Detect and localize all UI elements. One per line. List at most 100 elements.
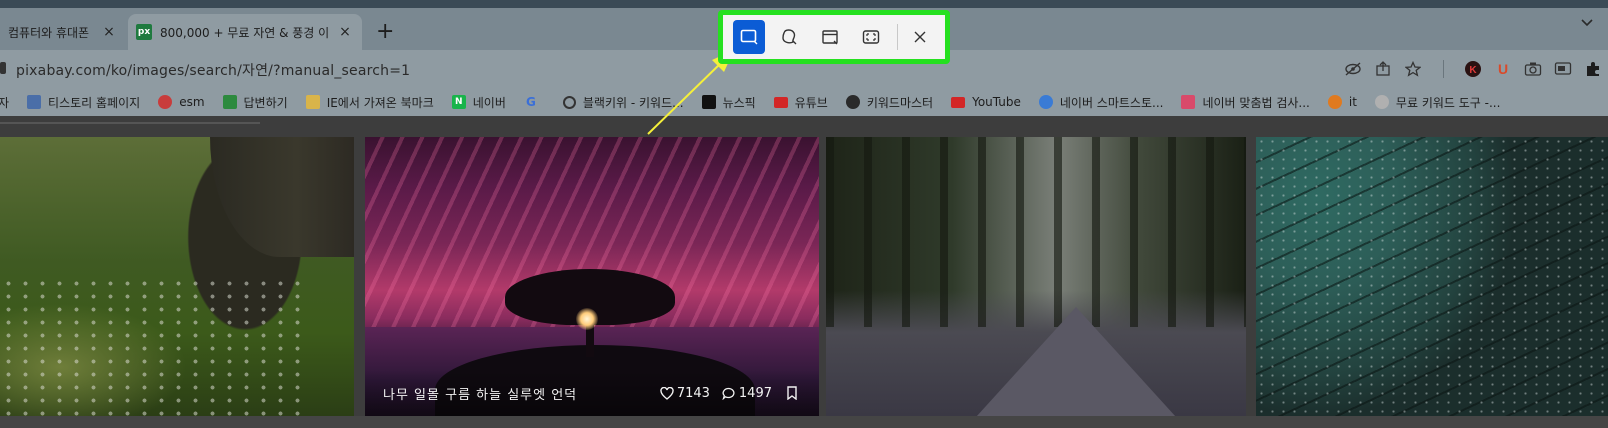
bookmark-folder[interactable]: IE에서 가져온 북마크 — [305, 94, 434, 111]
freeform-snip-icon — [782, 29, 797, 45]
screen: 컴퓨터와 휴대폰 × px 800,000 + 무료 자연 & 풍경 이 × + — [0, 0, 1608, 428]
extension-k-icon[interactable]: K — [1458, 58, 1488, 80]
tab-title: 800,000 + 무료 자연 & 풍경 이 — [160, 25, 330, 40]
svg-text:U: U — [1498, 61, 1508, 77]
newspick-icon — [701, 95, 716, 109]
freeform-snip-button[interactable] — [774, 20, 806, 54]
bookmark-label: YouTube — [972, 95, 1021, 109]
rectangle-snip-button[interactable] — [733, 20, 765, 54]
naver-icon: N — [451, 95, 466, 109]
bookmark-item[interactable]: 네이버 스마트스토... — [1038, 94, 1164, 111]
comment-button[interactable]: 1497 — [722, 386, 772, 401]
bookmark-item[interactable]: N 네이버 — [451, 94, 506, 111]
share-icon[interactable] — [1368, 58, 1398, 80]
comment-count: 1497 — [738, 385, 772, 401]
tree-trunk — [210, 137, 354, 257]
fullscreen-snip-icon — [862, 30, 879, 44]
bookmark-item[interactable]: 블랙키위 - 키워드... — [562, 94, 684, 111]
bookmark-item[interactable]: 무료 키워드 도구 -... — [1374, 94, 1501, 111]
camera-icon[interactable] — [1518, 58, 1548, 80]
bookmark-label: 티스토리 홈페이지 — [48, 95, 141, 110]
tree-trunks — [826, 137, 1246, 327]
bookmark-item[interactable]: 자 — [0, 94, 9, 111]
bookmark-label: 네이버 — [472, 95, 506, 110]
bookmark-item[interactable]: 유튜브 — [773, 94, 828, 111]
toolbar-divider — [897, 24, 899, 50]
bookmark-icon — [787, 386, 797, 400]
like-count: 7143 — [676, 385, 710, 401]
bookmark-item[interactable]: YouTube — [951, 95, 1021, 109]
pixabay-favicon-icon: px — [136, 24, 152, 40]
fullscreen-snip-button[interactable] — [855, 20, 887, 54]
window-top-edge — [0, 0, 1608, 8]
photo-forest-road[interactable] — [826, 137, 1246, 416]
bookmark-item[interactable]: 티스토리 홈페이지 — [27, 94, 140, 111]
blackkiwi-icon — [562, 95, 576, 109]
keyword-tool-icon — [1374, 95, 1389, 109]
sun-glow — [576, 308, 598, 330]
google-icon: G — [525, 95, 536, 109]
keyword-master-icon — [845, 95, 860, 109]
bookmark-item[interactable]: 답변하기 — [222, 94, 288, 111]
photo-sunset-tree[interactable]: 나무 일몰 구름 하늘 실루엣 언덕 7143 1497 — [365, 137, 819, 416]
screen-capture-icon[interactable] — [1548, 58, 1578, 80]
close-icon[interactable]: × — [336, 24, 354, 40]
close-icon — [914, 31, 926, 43]
bookmark-label: 키워드마스터 — [866, 95, 934, 110]
bookmark-item[interactable]: 네이버 맞춤법 검사... — [1181, 94, 1310, 111]
photo-caption-bar: 나무 일몰 구름 하늘 실루엣 언덕 7143 1497 — [365, 370, 819, 416]
like-button[interactable]: 7143 — [660, 386, 710, 401]
heart-icon — [660, 386, 674, 400]
answer-icon — [222, 95, 237, 109]
tab-title: 컴퓨터와 휴대폰 — [8, 25, 90, 40]
page-bottom-strip — [0, 416, 1608, 428]
bookmarks-bar: 자 티스토리 홈페이지 esm 답변하기 IE에서 가져온 북마크 N 네이버 … — [0, 88, 1608, 116]
folder-icon — [305, 95, 320, 109]
bookmark-item[interactable]: esm — [158, 95, 205, 109]
related-searches-strip — [0, 116, 330, 132]
esm-icon — [158, 95, 173, 109]
close-icon[interactable]: × — [100, 24, 118, 40]
white-flowers — [0, 277, 300, 416]
photo-dandelion-dew[interactable] — [1256, 137, 1608, 416]
bookmark-item[interactable]: it — [1327, 95, 1357, 109]
youtube-icon — [773, 96, 788, 108]
tistory-icon — [27, 95, 42, 109]
bookmark-label: 무료 키워드 도구 -... — [1395, 95, 1501, 110]
rectangle-snip-icon — [740, 29, 758, 45]
bookmark-label: esm — [179, 95, 205, 109]
bookmark-label: 블랙키위 - 키워드... — [582, 95, 684, 110]
tab-search-chevron-icon[interactable] — [1580, 16, 1594, 32]
tab-computer-phone[interactable]: 컴퓨터와 휴대폰 × — [0, 14, 126, 50]
tab-pixabay[interactable]: px 800,000 + 무료 자연 & 풍경 이 × — [128, 14, 362, 50]
it-icon — [1327, 95, 1342, 109]
bookmark-item[interactable]: G — [524, 95, 545, 109]
puzzle-extensions-icon[interactable] — [1578, 58, 1608, 80]
bookmark-label: 네이버 스마트스토... — [1059, 95, 1164, 110]
snip-toolbar — [718, 10, 950, 64]
eye-slash-icon[interactable] — [1338, 58, 1368, 80]
bookmark-button[interactable] — [786, 386, 801, 400]
spellcheck-icon — [1181, 95, 1196, 109]
smartstore-icon — [1038, 95, 1053, 109]
svg-text:K: K — [1469, 65, 1477, 76]
bookmark-item[interactable]: 뉴스픽 — [701, 94, 756, 111]
toolbar-divider — [1428, 58, 1458, 80]
dirt-road — [976, 307, 1176, 416]
dew-drops — [1256, 137, 1608, 416]
bookmark-label: 뉴스픽 — [722, 95, 756, 110]
extension-u-icon[interactable]: U — [1488, 58, 1518, 80]
bookmark-label: it — [1348, 95, 1357, 109]
star-icon[interactable] — [1398, 58, 1428, 80]
close-snip-button[interactable] — [904, 20, 936, 54]
bookmark-label: 네이버 맞춤법 검사... — [1202, 95, 1310, 110]
lock-icon[interactable] — [0, 62, 6, 74]
bookmark-item[interactable]: 키워드마스터 — [845, 94, 934, 111]
bookmark-label: IE에서 가져온 북마크 — [326, 95, 434, 110]
url-input[interactable]: pixabay.com/ko/images/search/자연/?manual_… — [16, 60, 410, 80]
comment-icon — [722, 387, 735, 400]
photo-forest-meadow[interactable] — [0, 137, 354, 416]
photo-tags[interactable]: 나무 일몰 구름 하늘 실루엣 언덕 — [383, 384, 648, 403]
new-tab-button[interactable]: + — [376, 20, 394, 44]
window-snip-button[interactable] — [814, 20, 846, 54]
